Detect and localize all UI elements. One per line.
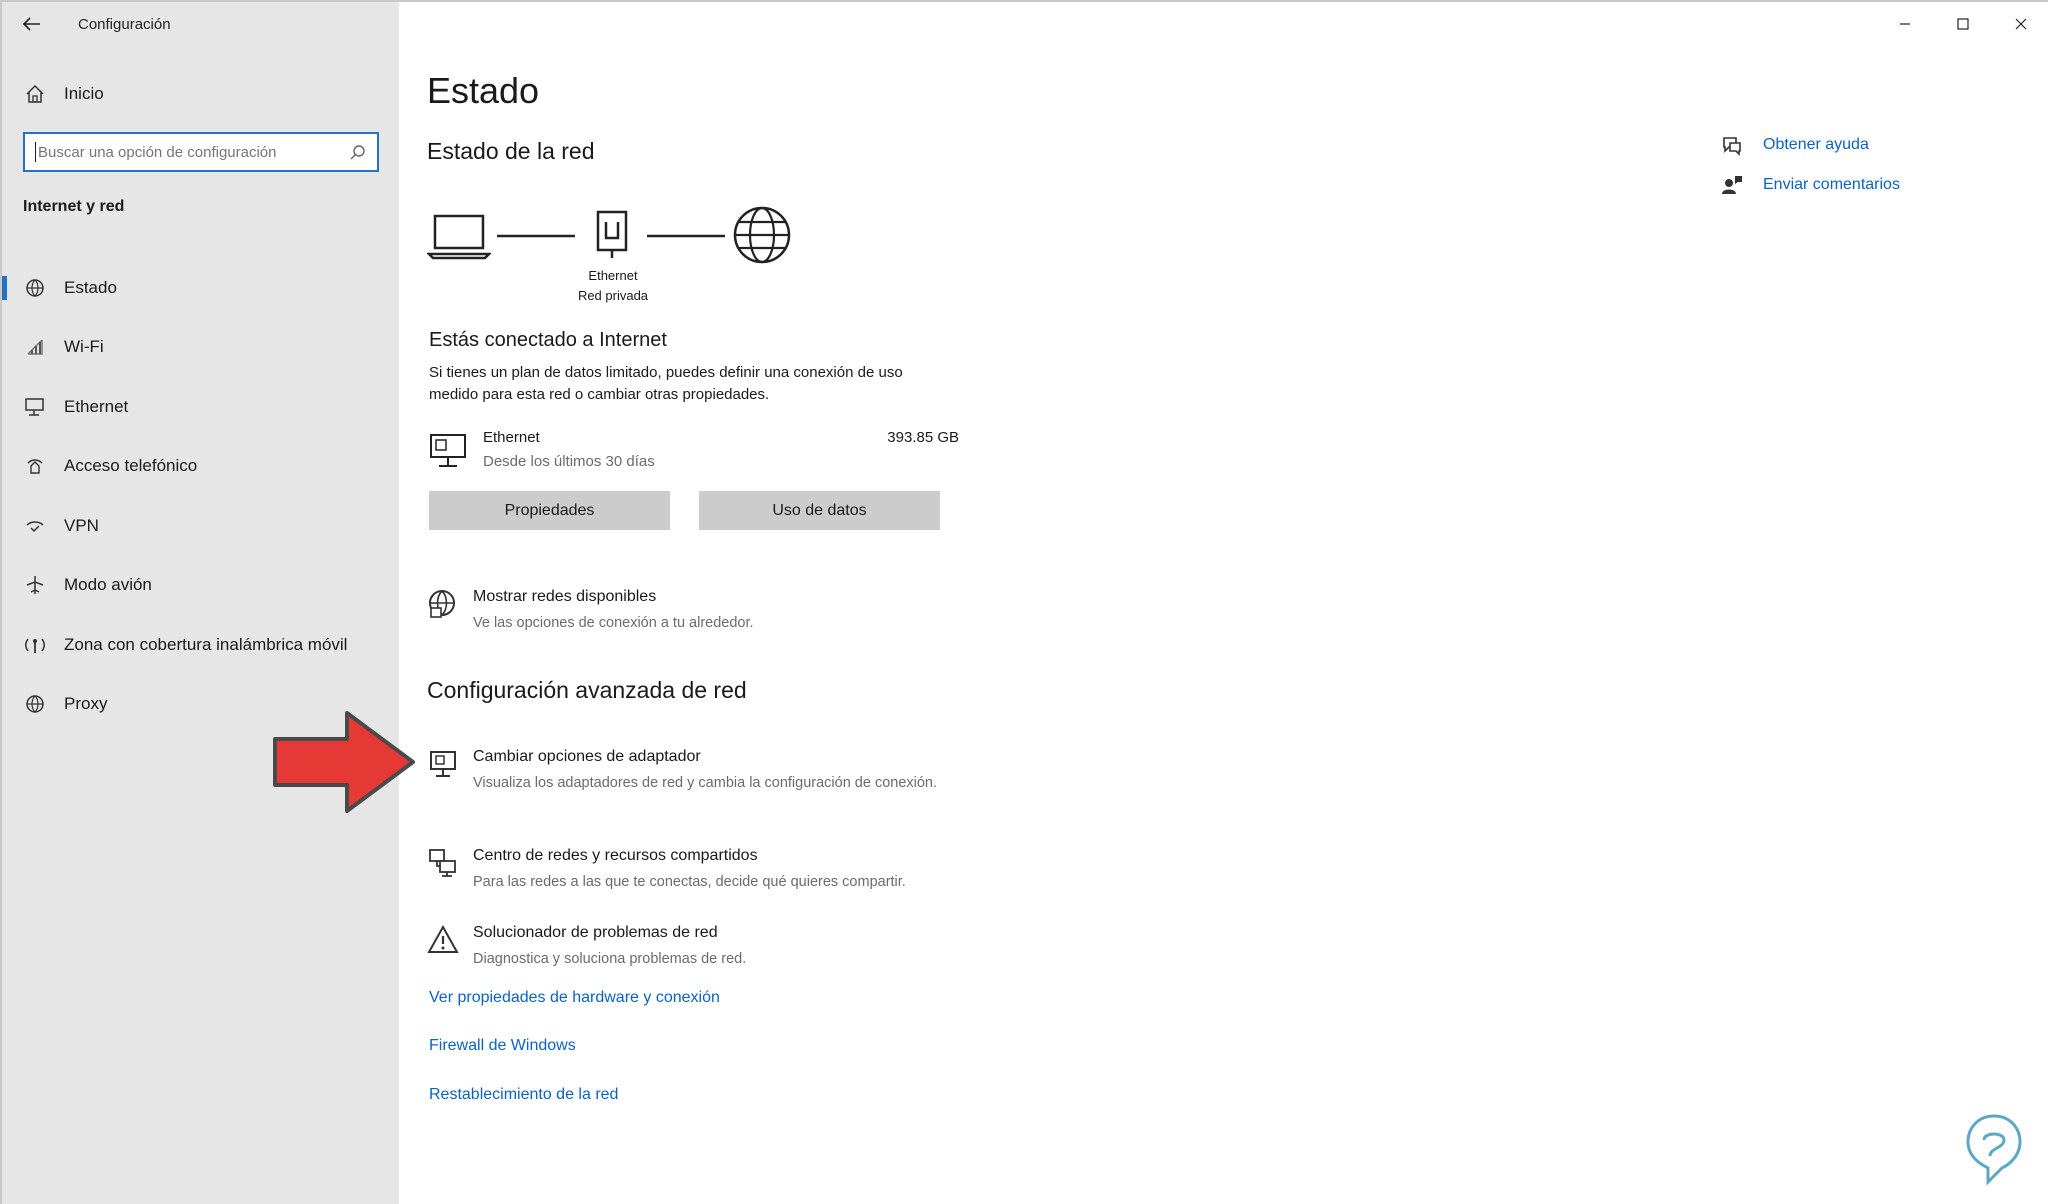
close-button[interactable]: [1992, 2, 2048, 46]
option-desc: Diagnostica y soluciona problemas de red…: [473, 951, 747, 967]
sidebar-nav: Estado Wi-Fi Ethernet Acceso telefónico: [2, 258, 399, 734]
dialup-icon: [24, 455, 46, 477]
watermark-logo: [1966, 1114, 2022, 1186]
sidebar-item-label: VPN: [64, 515, 99, 535]
show-networks-option[interactable]: Mostrar redes disponibles Ve las opcione…: [427, 588, 987, 638]
network-reset-link[interactable]: Restablecimiento de la red: [429, 1086, 618, 1104]
home-label: Inicio: [64, 84, 104, 103]
section-label: Internet y red: [23, 198, 125, 215]
maximize-button[interactable]: [1934, 2, 1992, 46]
data-usage-summary: Ethernet Desde los últimos 30 días 393.8…: [429, 427, 959, 477]
red-pointer-arrow: [273, 711, 415, 813]
sidebar-item-label: Modo avión: [64, 575, 152, 595]
back-button[interactable]: [2, 2, 62, 46]
available-networks-icon: [429, 590, 455, 618]
sidebar-item-vpn[interactable]: VPN: [2, 496, 399, 556]
adapter-monitor-icon: [430, 751, 456, 777]
sidebar-item-label: Proxy: [64, 694, 108, 714]
page-title: Estado: [427, 70, 540, 111]
window-controls: [1876, 2, 2048, 46]
internet-globe-icon: [733, 206, 791, 264]
sidebar-item-label: Acceso telefónico: [64, 456, 198, 476]
network-status-heading: Estado de la red: [427, 138, 595, 164]
main-content: Estado Estado de la red Ethernet Red pri…: [399, 2, 2048, 1204]
advanced-heading: Configuración avanzada de red: [427, 677, 747, 703]
sidebar-item-label: Ethernet: [64, 396, 129, 416]
network-sharing-center-option[interactable]: Centro de redes y recursos compartidos P…: [427, 847, 987, 897]
option-title: Cambiar opciones de adaptador: [473, 748, 701, 765]
wifi-icon: [24, 336, 46, 358]
minimize-icon: [1900, 23, 1910, 25]
sidebar-item-acceso-telefonico[interactable]: Acceso telefónico: [2, 437, 399, 497]
back-arrow-icon: [23, 17, 40, 31]
maximize-icon: [1957, 18, 1969, 30]
search-box[interactable]: [23, 132, 379, 172]
send-feedback-link[interactable]: Enviar comentarios: [1721, 165, 1900, 205]
airplane-icon: [24, 574, 46, 596]
get-help-label: Obtener ayuda: [1763, 136, 1869, 153]
warning-triangle-icon: [427, 924, 459, 953]
ethernet-icon: [24, 396, 46, 418]
network-troubleshooter-option[interactable]: Solucionador de problemas de red Diagnos…: [427, 924, 987, 974]
help-links: Obtener ayuda Enviar comentarios: [1721, 125, 1900, 205]
sidebar-item-label: Wi-Fi: [64, 337, 104, 357]
connection-line: [497, 234, 575, 238]
help-chat-icon: [1723, 137, 1741, 156]
settings-window: Configuración Inicio Internet y red Esta…: [0, 0, 2048, 1204]
sidebar-item-label: Estado: [64, 277, 117, 297]
usage-adapter-name: Ethernet: [483, 429, 540, 446]
option-desc: Visualiza los adaptadores de red y cambi…: [473, 775, 938, 791]
option-title: Mostrar redes disponibles: [473, 588, 657, 605]
sidebar: Configuración Inicio Internet y red Esta…: [2, 2, 399, 1204]
laptop-icon: [427, 214, 491, 260]
feedback-label: Enviar comentarios: [1763, 176, 1900, 193]
ethernet-adapter-icon: [596, 210, 628, 258]
diagram-adapter-label: Ethernet: [588, 268, 638, 283]
diagram-network-type: Red privada: [577, 288, 649, 303]
minimize-button[interactable]: [1876, 2, 1934, 46]
sharing-center-icon: [429, 849, 456, 877]
sidebar-item-zona-cobertura[interactable]: Zona con cobertura inalámbrica móvil: [2, 615, 399, 675]
change-adapter-options[interactable]: Cambiar opciones de adaptador Visualiza …: [427, 748, 987, 818]
get-help-link[interactable]: Obtener ayuda: [1721, 125, 1900, 165]
vpn-icon: [24, 515, 46, 537]
windows-firewall-link[interactable]: Firewall de Windows: [429, 1037, 576, 1055]
option-title: Solucionador de problemas de red: [473, 924, 718, 941]
proxy-globe-icon: [24, 693, 46, 715]
ethernet-pc-icon: [430, 434, 466, 467]
search-icon[interactable]: [349, 143, 367, 161]
home-link[interactable]: Inicio: [2, 72, 399, 116]
option-desc: Para las redes a las que te conectas, de…: [473, 874, 906, 890]
hotspot-icon: [24, 634, 46, 656]
usage-period: Desde los últimos 30 días: [483, 453, 655, 470]
connection-status-desc: Si tienes un plan de datos limitado, pue…: [429, 364, 903, 403]
text-caret: [35, 142, 36, 162]
sidebar-item-modo-avion[interactable]: Modo avión: [2, 556, 399, 616]
sidebar-item-label: Zona con cobertura inalámbrica móvil: [64, 634, 348, 654]
option-desc: Ve las opciones de conexión a tu alreded…: [473, 615, 754, 631]
app-title: Configuración: [78, 15, 171, 33]
close-icon: [2015, 18, 2027, 30]
search-input[interactable]: [38, 143, 349, 161]
data-usage-button[interactable]: Uso de datos: [699, 491, 940, 530]
sidebar-item-estado[interactable]: Estado: [2, 258, 399, 318]
connection-status-title: Estás conectado a Internet: [429, 329, 667, 351]
connection-line: [647, 234, 725, 238]
status-globe-icon: [24, 277, 46, 299]
option-title: Centro de redes y recursos compartidos: [473, 847, 758, 864]
titlebar: Configuración: [2, 2, 399, 46]
home-icon: [24, 83, 46, 105]
usage-amount: 393.85 GB: [887, 429, 959, 446]
sidebar-item-ethernet[interactable]: Ethernet: [2, 377, 399, 437]
properties-button[interactable]: Propiedades: [429, 491, 670, 530]
network-diagram: Ethernet Red privada: [427, 200, 847, 310]
sidebar-item-wifi[interactable]: Wi-Fi: [2, 318, 399, 378]
hardware-properties-link[interactable]: Ver propiedades de hardware y conexión: [429, 989, 720, 1007]
feedback-person-icon: [1722, 176, 1742, 194]
